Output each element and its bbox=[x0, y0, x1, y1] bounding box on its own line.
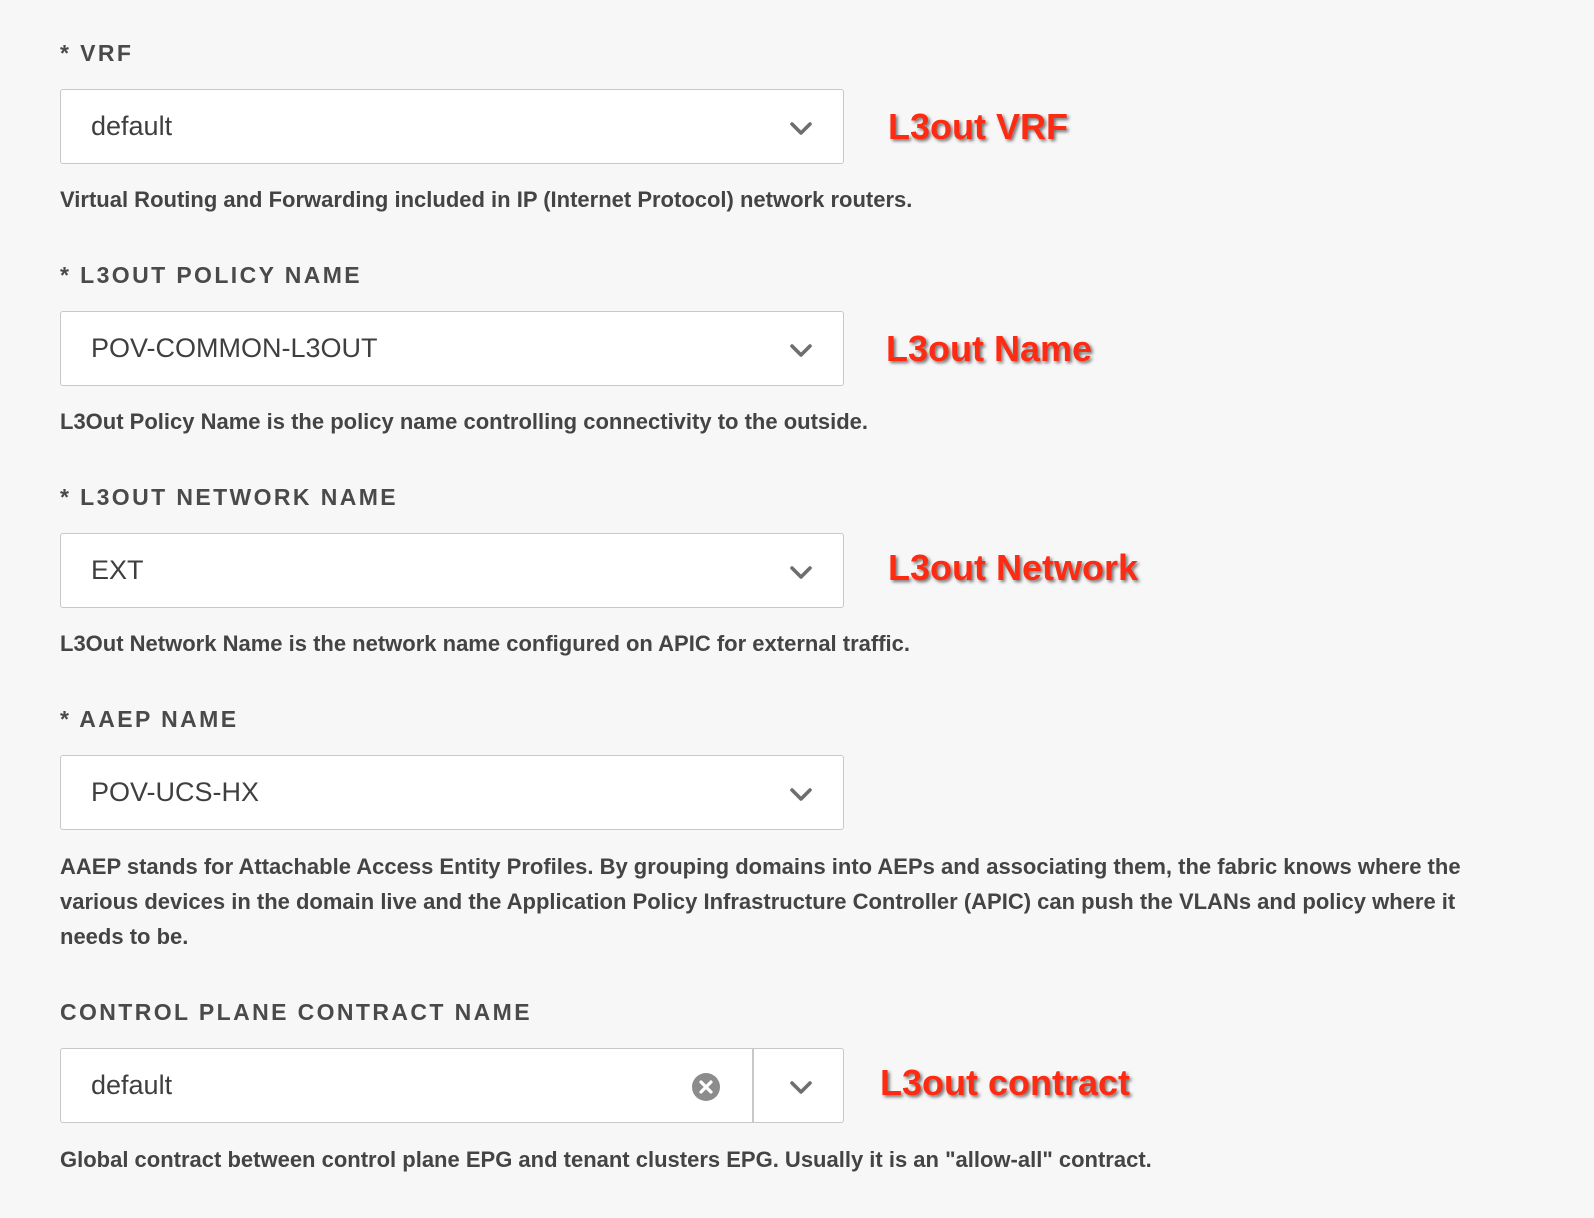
l3out-policy-name-select[interactable]: POV-COMMON-L3OUT bbox=[60, 311, 844, 386]
annotation-l3out-vrf: L3out VRF bbox=[887, 105, 1068, 148]
control-plane-contract-name-select[interactable]: default bbox=[60, 1048, 844, 1123]
control-plane-contract-name-value: default bbox=[91, 1070, 173, 1100]
l3out-network-name-select[interactable]: EXT bbox=[60, 533, 844, 608]
annotation-l3out-network: L3out Network bbox=[887, 546, 1139, 589]
clear-circle-x-icon[interactable] bbox=[691, 1072, 721, 1102]
l3out-network-name-label: * L3OUT NETWORK NAME bbox=[60, 484, 399, 510]
control-plane-contract-name-help-text: Global contract between control plane EP… bbox=[60, 1147, 1152, 1172]
l3out-policy-name-value: POV-COMMON-L3OUT bbox=[91, 333, 378, 363]
l3out-policy-name-help-text: L3Out Policy Name is the policy name con… bbox=[60, 409, 869, 434]
vrf-help-text: Virtual Routing and Forwarding included … bbox=[60, 187, 913, 212]
aaep-name-label: * AAEP NAME bbox=[60, 706, 239, 732]
control-plane-contract-name-label: CONTROL PLANE CONTRACT NAME bbox=[60, 999, 532, 1025]
vrf-select[interactable]: default bbox=[60, 89, 844, 164]
aaep-name-select[interactable]: POV-UCS-HX bbox=[60, 755, 844, 830]
chevron-down-icon[interactable] bbox=[789, 1075, 813, 1099]
chevron-down-icon[interactable] bbox=[789, 782, 813, 806]
l3out-network-name-value: EXT bbox=[91, 555, 144, 585]
annotation-l3out-contract: L3out contract bbox=[879, 1061, 1131, 1104]
select-divider bbox=[752, 1049, 754, 1122]
chevron-down-icon[interactable] bbox=[789, 338, 813, 362]
vrf-select-value: default bbox=[91, 111, 173, 141]
l3out-policy-name-label: * L3OUT POLICY NAME bbox=[60, 262, 363, 288]
vrf-label: * VRF bbox=[60, 40, 134, 66]
chevron-down-icon[interactable] bbox=[789, 560, 813, 584]
aaep-name-value: POV-UCS-HX bbox=[91, 777, 260, 807]
annotation-l3out-name: L3out Name bbox=[885, 327, 1093, 370]
aaep-name-help-text: AAEP stands for Attachable Access Entity… bbox=[60, 854, 1461, 949]
l3out-network-name-help-text: L3Out Network Name is the network name c… bbox=[60, 631, 911, 656]
chevron-down-icon[interactable] bbox=[789, 116, 813, 140]
